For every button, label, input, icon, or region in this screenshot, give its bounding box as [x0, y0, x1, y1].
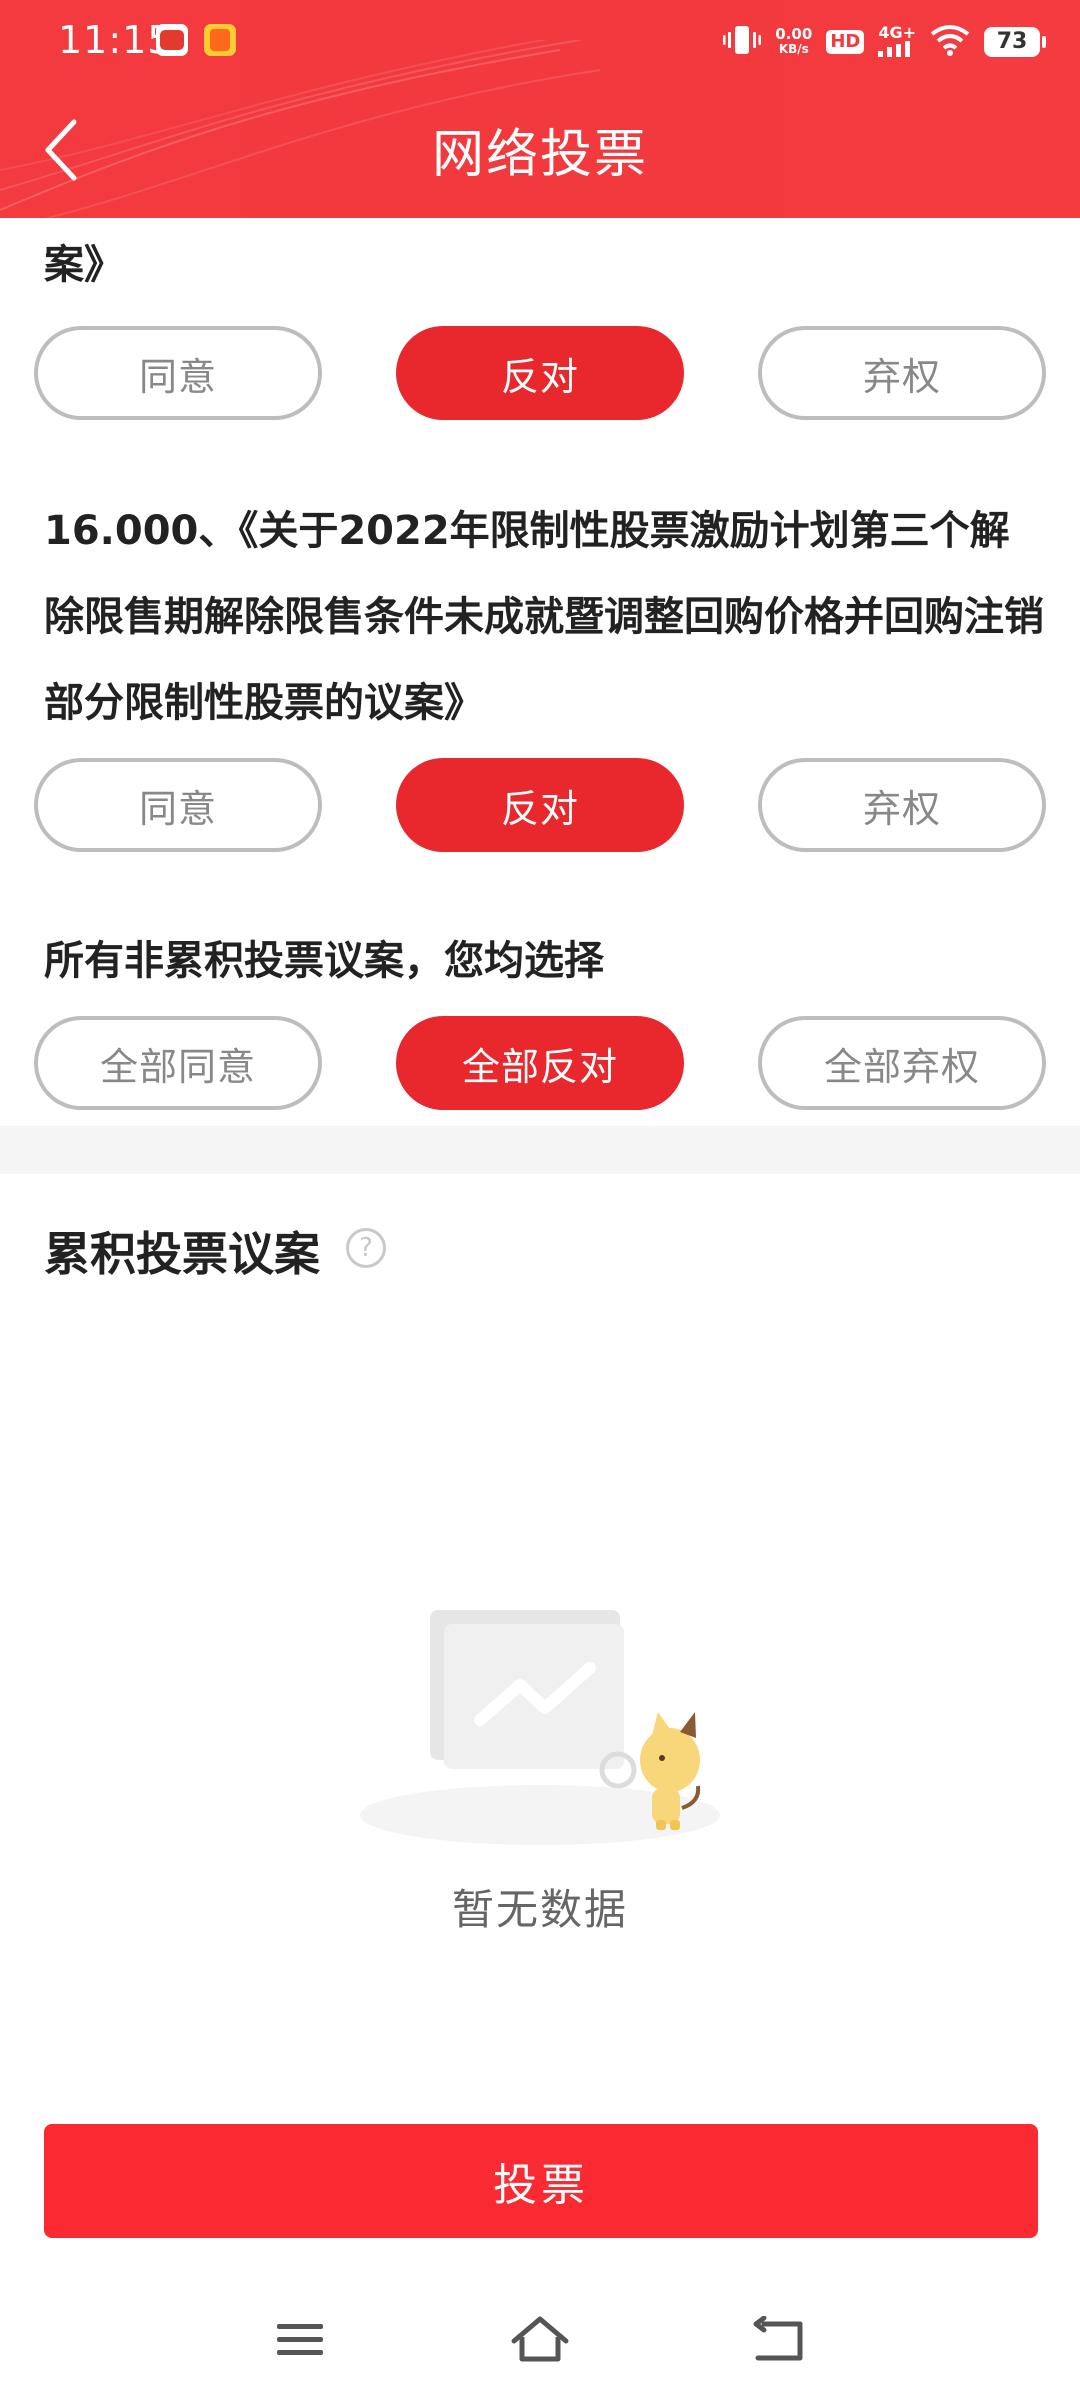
- empty-state-text: 暂无数据: [451, 1885, 628, 1934]
- prev-proposal-tail-text: 案》: [44, 242, 124, 288]
- all-oppose-button[interactable]: 全部反对: [396, 1016, 684, 1110]
- oppose-button[interactable]: 反对: [396, 758, 684, 852]
- agree-button[interactable]: 同意: [34, 326, 322, 420]
- abstain-button[interactable]: 弃权: [758, 758, 1046, 852]
- empty-state-illustration: [360, 1610, 720, 1845]
- question-circle-icon[interactable]: ?: [346, 1228, 386, 1268]
- signal-type-label: 4G+: [878, 22, 916, 42]
- all-abstain-button[interactable]: 全部弃权: [758, 1016, 1046, 1110]
- page-title: 网络投票: [431, 125, 648, 185]
- network-speed-unit: KB/s: [778, 42, 809, 56]
- system-navigation-bar: [0, 2270, 1080, 2400]
- network-speed-value: 0.00: [775, 25, 813, 43]
- network-speed: 0.00 KB/s: [775, 27, 812, 57]
- home-icon[interactable]: [500, 2300, 580, 2380]
- all-non-cumulative-label: 所有非累积投票议案，您均选择: [44, 938, 604, 984]
- abstain-button[interactable]: 弃权: [758, 326, 1046, 420]
- wifi-icon: [930, 24, 970, 60]
- status-icons: 0.00 KB/s HD 4G+ 73: [723, 20, 1046, 64]
- notification-app-icon: [156, 24, 188, 56]
- cumulative-section-title: 累积投票议案: [44, 1227, 320, 1281]
- vibrate-icon: [723, 23, 762, 61]
- vote-submit-button[interactable]: 投票: [44, 2124, 1038, 2238]
- all-non-cumulative-options: 全部同意 全部反对 全部弃权: [34, 1016, 1046, 1110]
- menu-icon[interactable]: [260, 2300, 340, 2380]
- status-bar: 11:15 0.00 KB/s HD 4G+ 73: [0, 0, 1080, 82]
- back-icon[interactable]: [740, 2300, 820, 2380]
- cellular-signal-icon: 4G+: [878, 22, 916, 60]
- proposal-16-text: 16.000、《关于2022年限制性股票激励计划第三个解除限售期解除限售条件未成…: [44, 508, 1044, 726]
- battery-indicator: 73: [984, 27, 1046, 57]
- section-divider: [0, 1126, 1080, 1174]
- hd-badge: HD: [826, 30, 865, 54]
- agree-button[interactable]: 同意: [34, 758, 322, 852]
- prev-proposal-options: 同意 反对 弃权: [34, 326, 1046, 420]
- proposal-16-options: 同意 反对 弃权: [34, 758, 1046, 852]
- oppose-button[interactable]: 反对: [396, 326, 684, 420]
- notification-app-icon: [204, 24, 236, 56]
- app-header: 11:15 0.00 KB/s HD 4G+ 73 网络投票: [0, 0, 1080, 218]
- all-agree-button[interactable]: 全部同意: [34, 1016, 322, 1110]
